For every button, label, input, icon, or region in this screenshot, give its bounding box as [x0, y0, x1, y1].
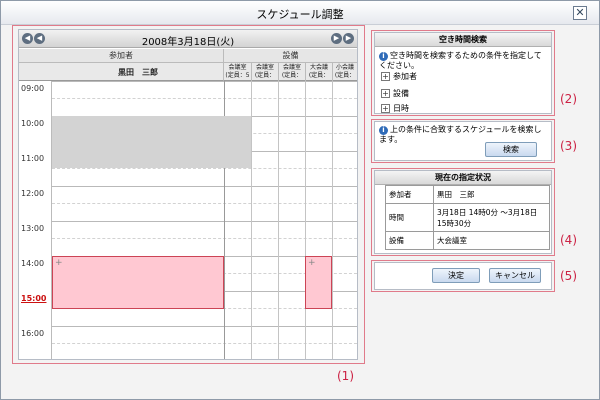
time-label: 16:00	[21, 329, 45, 338]
participant-header-row: 黒田 三郎	[19, 63, 224, 81]
room-header: 会議室 (定員：	[278, 63, 305, 81]
time-label-current: 15:00	[21, 294, 47, 303]
selected-slot-participant[interactable]: +	[52, 256, 224, 309]
expand-icon[interactable]: +	[381, 104, 390, 113]
status-value: 3月18日 14時0分 〜3月18日 15時30分	[433, 203, 550, 232]
region-label-2: (2)	[560, 92, 577, 106]
search-panel: 空き時間検索 i 空き時間を検索するための条件を指定してください。 + 参加者 + 設…	[374, 32, 552, 114]
expand-icon[interactable]: +	[381, 89, 390, 98]
status-value: 黒田 三郎	[433, 185, 550, 204]
busy-block	[52, 116, 224, 168]
time-column: 09:00 10:00 11:00 12:00 13:00 14:00 15:0…	[19, 81, 52, 359]
time-label: 13:00	[21, 224, 45, 233]
status-key: 時間	[385, 203, 434, 232]
current-date: 2008年3月18日(火)	[141, 37, 235, 48]
condition-label: 参加者	[393, 72, 417, 81]
condition-label: 設備	[393, 89, 409, 98]
expand-icon[interactable]: +	[381, 72, 390, 81]
status-value: 大会議室	[433, 231, 550, 250]
calendar: ◀ ◀ 2008年3月18日(火) ▶ ▶ 参加者 設備 黒田 三郎 会議室 (…	[18, 29, 358, 360]
add-icon[interactable]: +	[55, 258, 63, 268]
action-panel: 決定 キャンセル	[374, 262, 552, 290]
room-name: 会議室	[282, 64, 301, 71]
status-panel: 現在の指定状況 参加者 黒田 三郎 時間 3月18日 14時0分 〜3月18日 …	[374, 170, 552, 254]
room-header: 会議室 (定員：	[251, 63, 278, 81]
region-label-5: (5)	[560, 269, 577, 283]
participants-header: 参加者	[19, 49, 224, 63]
time-label: 11:00	[21, 154, 45, 163]
room-capacity: (定員：	[281, 72, 303, 79]
info-icon: i	[379, 126, 388, 135]
info-icon: i	[379, 52, 388, 61]
status-row: 設備 大会議室	[385, 231, 550, 250]
condition-datetime[interactable]: + 日時	[381, 103, 409, 114]
close-icon[interactable]: ✕	[573, 6, 587, 20]
date-nav-bar: ◀ ◀ 2008年3月18日(火) ▶ ▶	[19, 30, 357, 48]
condition-participants[interactable]: + 参加者	[381, 71, 417, 82]
selected-slot-room[interactable]: +	[305, 256, 332, 309]
room-name: 小会議	[335, 64, 354, 71]
status-row: 時間 3月18日 14時0分 〜3月18日 15時30分	[385, 203, 550, 232]
room-header: 小会議 (定員：	[332, 63, 357, 81]
room-capacity: (定員：	[308, 72, 330, 79]
status-panel-title: 現在の指定状況	[375, 171, 551, 185]
time-label: 12:00	[21, 189, 45, 198]
status-table: 参加者 黒田 三郎 時間 3月18日 14時0分 〜3月18日 15時30分 設…	[385, 185, 550, 250]
search-button[interactable]: 検索	[485, 142, 537, 157]
equipment-header: 設備	[224, 49, 357, 63]
time-label: 09:00	[21, 84, 45, 93]
time-label: 14:00	[21, 259, 45, 268]
room-header: 大会議 (定員：	[305, 63, 332, 81]
title-bar: スケジュール調整 ✕	[1, 1, 599, 25]
room-header: 会議室 (定員：5	[224, 63, 251, 81]
next-week-icon[interactable]: ▶	[343, 33, 354, 44]
cancel-button[interactable]: キャンセル	[489, 268, 541, 283]
room-name: 大会議	[309, 64, 328, 71]
time-label: 10:00	[21, 119, 45, 128]
status-key: 設備	[385, 231, 434, 250]
add-icon[interactable]: +	[308, 258, 316, 268]
schedule-grid[interactable]: + +	[52, 81, 357, 359]
busy-block	[224, 116, 251, 168]
condition-equipment[interactable]: + 設備	[381, 88, 409, 99]
region-label-1: (1)	[337, 369, 354, 383]
condition-label: 日時	[393, 104, 409, 113]
search-action-panel: i 上の条件に合致するスケジュールを検索します。 検索	[374, 121, 552, 161]
region-label-4: (4)	[560, 233, 577, 247]
participant-name: 黒田 三郎	[118, 68, 158, 77]
dialog-title: スケジュール調整	[256, 8, 344, 21]
room-capacity: (定員：5	[225, 72, 250, 79]
status-key: 参加者	[385, 185, 434, 204]
search-description-text: 空き時間を検索するための条件を指定してください。	[379, 51, 542, 70]
room-name: 会議室	[228, 64, 247, 71]
rooms-header-row: 会議室 (定員：5 会議室 (定員： 会議室 (定員： 大会議 (定員： 小会議…	[224, 63, 357, 81]
status-row: 参加者 黒田 三郎	[385, 185, 550, 204]
ok-button[interactable]: 決定	[432, 268, 480, 283]
room-capacity: (定員：	[334, 72, 356, 79]
room-capacity: (定員：	[254, 72, 276, 79]
region-label-3: (3)	[560, 139, 577, 153]
next-day-icon[interactable]: ▶	[331, 33, 342, 44]
search-description: i 空き時間を検索するための条件を指定してください。	[379, 51, 549, 70]
room-name: 会議室	[255, 64, 274, 71]
search-panel-title: 空き時間検索	[375, 33, 551, 47]
